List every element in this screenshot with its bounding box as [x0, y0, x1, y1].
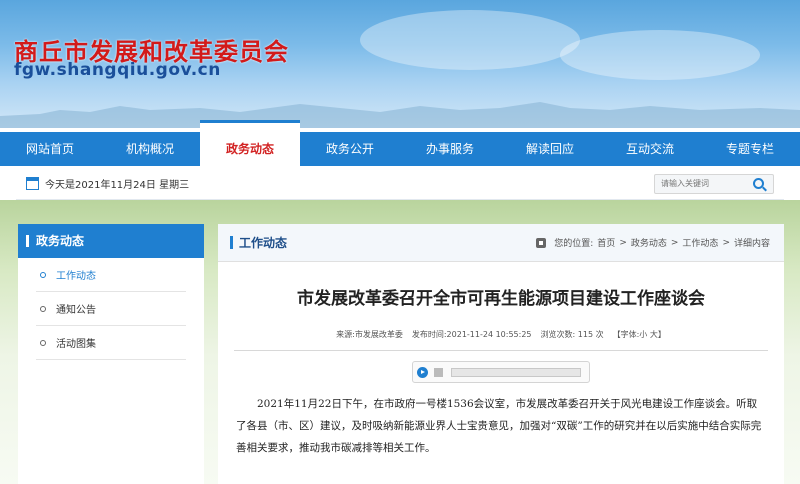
nav-item-interpretation[interactable]: 解读回应 [500, 132, 600, 166]
views-label: 浏览次数: [540, 330, 576, 339]
section-title: 工作动态 [239, 236, 288, 250]
views-value: 115 [577, 330, 594, 339]
bullet-icon [40, 305, 46, 312]
time-label: 发布时间: [411, 330, 447, 339]
font-size-control: 【字体:小 大】 [613, 329, 666, 340]
nav-item-public-affairs[interactable]: 政务公开 [300, 132, 400, 166]
search-input[interactable] [655, 179, 751, 188]
cloud-decoration [560, 30, 760, 80]
sidebar-title-label: 政务动态 [36, 234, 85, 248]
breadcrumb-current: 详细内容 [733, 239, 770, 249]
play-icon[interactable] [417, 366, 428, 378]
sidebar-item-photo-gallery[interactable]: 活动图集 [36, 326, 186, 360]
breadcrumb-separator: > [670, 237, 679, 248]
font-size-label: 【字体: [612, 330, 640, 339]
breadcrumb-government-news[interactable]: 政务动态 [631, 236, 667, 249]
nav-item-organization[interactable]: 机构概况 [100, 132, 200, 166]
breadcrumb-separator: > [722, 237, 730, 248]
article-title: 市发展改革委召开全市可再生能源项目建设工作座谈会 [297, 289, 705, 309]
views-field: 浏览次数: 115 次 [541, 329, 604, 340]
source-label: 来源: [336, 330, 355, 339]
nav-item-services[interactable]: 办事服务 [400, 132, 500, 166]
current-date: 今天是2021年11月24日 星期三 [45, 180, 190, 191]
calendar-icon [26, 177, 39, 190]
audio-player [412, 361, 590, 383]
home-icon [536, 237, 547, 248]
search-box [654, 173, 774, 194]
sidebar-item-label: 活动图集 [56, 339, 96, 350]
audio-progress-bar[interactable] [451, 367, 581, 377]
site-banner: 商丘市发展和改革委员会 fgw.shangqiu.gov.cn [0, 0, 800, 128]
time-field: 发布时间:2021-11-24 10:55:25 [412, 329, 532, 340]
bullet-icon [40, 339, 46, 346]
source-field: 来源:市发展改革委 [336, 329, 403, 340]
font-small-button[interactable]: 小 [639, 330, 647, 339]
cloud-decoration [360, 10, 580, 70]
breadcrumb-separator: > [619, 237, 627, 248]
sidebar-item-label: 工作动态 [56, 271, 96, 282]
site-url: fgw.shangqiu.gov.cn [14, 60, 221, 80]
sidebar: 政务动态 工作动态 通知公告 活动图集 [18, 224, 204, 484]
date-bar: 今天是2021年11月24日 星期三 [16, 168, 784, 200]
city-skyline-image [0, 102, 800, 128]
article-meta: 来源:市发展改革委 发布时间:2021-11-24 10:55:25 浏览次数:… [218, 329, 784, 340]
breadcrumb-prefix: 您的位置: [554, 239, 594, 249]
time-value: 2021-11-24 10:55:25 [446, 330, 532, 339]
nav-item-special-topics[interactable]: 专题专栏 [700, 132, 800, 166]
section-header: 工作动态 您的位置: 首页 > 政务动态 > 工作动态 > 详细内容 [218, 224, 784, 262]
article-body: 2021年11月22日下午，在市政府一号楼1536会议室，市发展改革委召开关于风… [236, 398, 762, 454]
sidebar-item-label: 通知公告 [56, 305, 96, 316]
sidebar-item-notices[interactable]: 通知公告 [36, 292, 186, 326]
nav-item-government-news[interactable]: 政务动态 [200, 120, 300, 166]
nav-item-interaction[interactable]: 互动交流 [600, 132, 700, 166]
stop-icon[interactable] [434, 367, 443, 377]
font-big-button[interactable]: 大】 [650, 330, 666, 339]
meta-divider [234, 350, 768, 351]
breadcrumb: 您的位置: 首页 > 政务动态 > 工作动态 > 详细内容 [536, 236, 770, 249]
breadcrumb-work-news[interactable]: 工作动态 [682, 236, 718, 249]
main-nav: 网站首页 机构概况 政务动态 政务公开 办事服务 解读回应 互动交流 专题专栏 [0, 120, 800, 166]
sidebar-item-work-news[interactable]: 工作动态 [36, 258, 186, 292]
views-unit: 次 [595, 330, 604, 339]
main-content: 工作动态 您的位置: 首页 > 政务动态 > 工作动态 > 详细内容 市发展改革… [218, 224, 784, 484]
sidebar-title: 政务动态 [18, 224, 204, 258]
source-value: 市发展改革委 [354, 330, 403, 339]
search-icon[interactable] [753, 178, 764, 189]
section-marker [230, 236, 233, 249]
breadcrumb-home[interactable]: 首页 [597, 236, 615, 249]
bullet-icon [40, 271, 46, 278]
nav-item-home[interactable]: 网站首页 [0, 132, 100, 166]
